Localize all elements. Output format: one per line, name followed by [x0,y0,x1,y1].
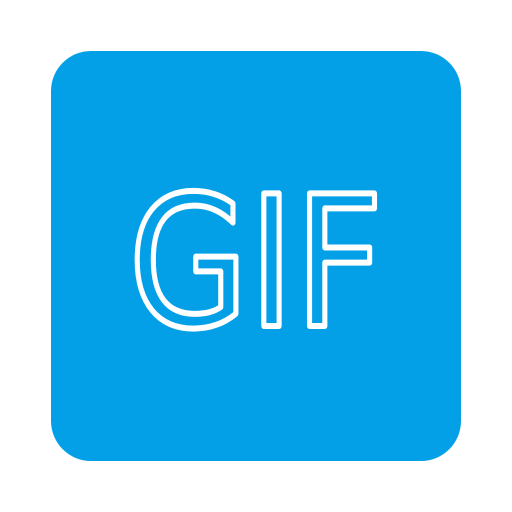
gif-file-icon: GIF [51,51,461,461]
icon-canvas: GIF [0,0,512,512]
gif-label-text: GIF [129,157,384,369]
gif-label-svg: GIF [126,154,387,372]
